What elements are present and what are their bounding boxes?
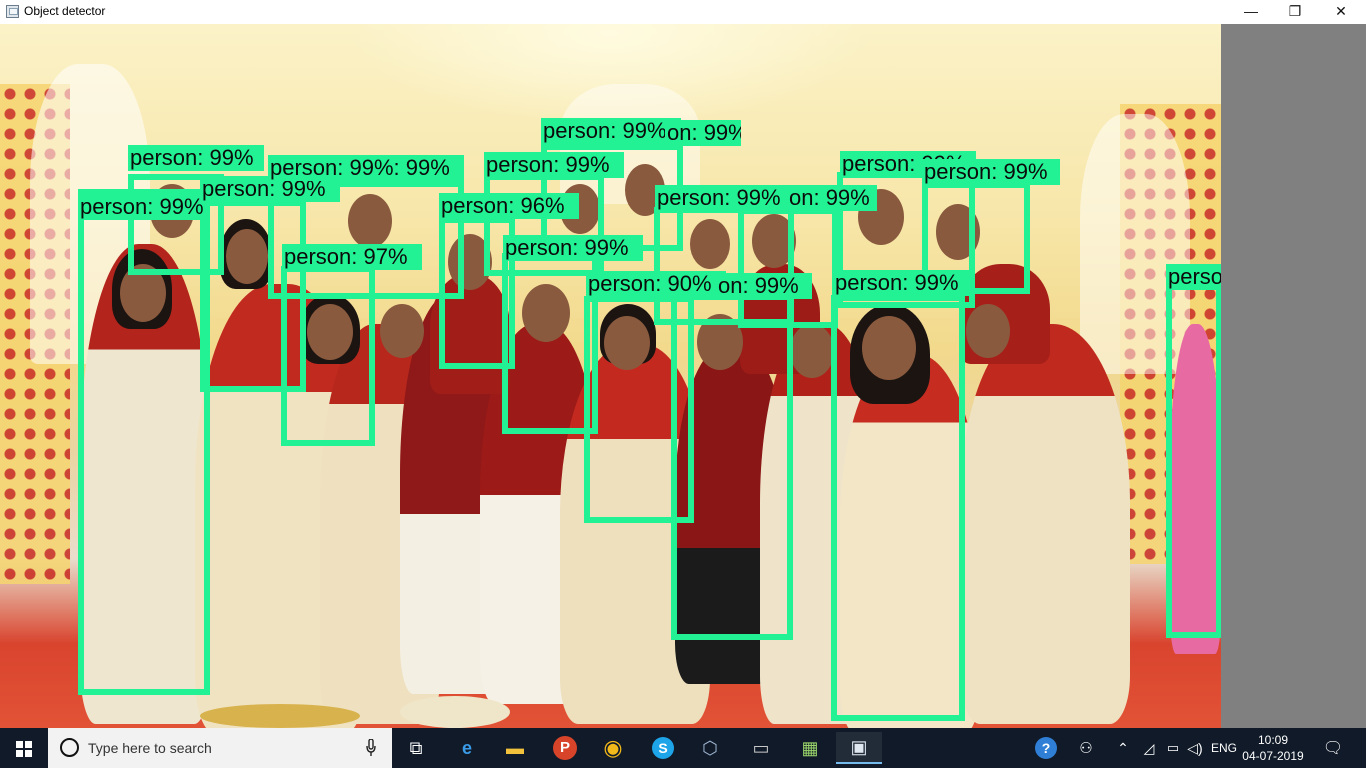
head-shape: [380, 304, 424, 358]
head-shape: [966, 304, 1010, 358]
help-icon[interactable]: ?: [1032, 728, 1060, 768]
detection-label: person: 99%: [655, 185, 795, 211]
windows-logo-icon: [16, 741, 23, 748]
detection-label: person: 99%: [78, 194, 210, 220]
detection-label: person: 99%: [1166, 264, 1221, 290]
microphone-icon[interactable]: [366, 739, 376, 757]
detection-label: person: 99%: [128, 145, 264, 171]
close-button[interactable]: ✕: [1318, 0, 1364, 24]
detection-label: person: 99%: [541, 118, 681, 144]
window-client-area: person: 99% person: 99% person: 99% pers…: [0, 24, 1366, 728]
skype-icon[interactable]: S: [643, 732, 683, 764]
detection-label: person: 90%: [586, 271, 726, 297]
search-placeholder: Type here to search: [88, 740, 212, 756]
object-detector-task-icon[interactable]: ▣: [836, 732, 882, 764]
cortana-icon: [60, 738, 79, 757]
detection-label: person: 96%: [439, 193, 579, 219]
detection-label: on: 99%: [665, 120, 741, 146]
head-shape: [790, 324, 834, 378]
clock-time: 10:09: [1257, 733, 1289, 747]
detection-label: person: 99%: [503, 235, 643, 261]
maximize-button[interactable]: ❐: [1272, 0, 1318, 24]
clock-date: 04-07-2019: [1242, 749, 1304, 763]
taskbar: Type here to search ⧉ e ▬ P ◉ S ⬡ ▭ ▦ ▣ …: [0, 728, 1366, 768]
detection-label: person: 97%: [282, 244, 422, 270]
people-icon[interactable]: ⚇: [1074, 728, 1098, 768]
task-view-icon[interactable]: ⧉: [396, 732, 436, 764]
detection-image: person: 99% person: 99% person: 99% pers…: [0, 24, 1221, 728]
detection-label: person: 99%: 99%: [268, 155, 464, 181]
edge-icon[interactable]: e: [447, 732, 487, 764]
detection-box: [738, 208, 838, 328]
file-explorer-icon[interactable]: ▬: [495, 732, 535, 764]
white-plate: [400, 696, 510, 728]
detection-label: on: 99%: [716, 273, 812, 299]
detection-box: [671, 294, 793, 640]
clock[interactable]: 10:09 04-07-2019: [1238, 732, 1308, 764]
virtualbox-icon[interactable]: ⬡: [690, 732, 730, 764]
skype-badge: S: [652, 737, 674, 759]
notifications-icon[interactable]: 🗨: [1318, 728, 1348, 768]
detection-box: [831, 295, 965, 721]
chevron-up-icon[interactable]: ⌃: [1112, 728, 1134, 768]
p-app-icon[interactable]: P: [545, 732, 585, 764]
app-window-icon: [6, 5, 19, 18]
person-shape: [960, 324, 1130, 724]
start-button[interactable]: [0, 728, 48, 768]
taskbar-search-box[interactable]: Type here to search: [48, 728, 392, 768]
detection-label: person: 99%: [922, 159, 1060, 185]
chart-app-icon[interactable]: ▦: [790, 732, 830, 764]
detection-box: [1166, 282, 1221, 638]
detection-box: [281, 266, 375, 446]
chrome-icon[interactable]: ◉: [593, 732, 633, 764]
minimize-button[interactable]: —: [1228, 0, 1274, 24]
detection-label: person: 99%: [833, 270, 973, 296]
p-app-badge: P: [553, 736, 577, 760]
battery-icon[interactable]: ▭: [1162, 728, 1184, 768]
language-indicator[interactable]: ENG: [1208, 728, 1240, 768]
detection-label: on: 99%: [787, 185, 877, 211]
network-icon[interactable]: ◿: [1138, 728, 1160, 768]
window-title-bar: Object detector — ❐ ✕: [0, 0, 1366, 24]
detection-label: person: 99%: [484, 152, 624, 178]
brass-plate: [200, 704, 360, 728]
window-title: Object detector: [24, 4, 106, 18]
terminal-icon[interactable]: ▭: [741, 732, 781, 764]
volume-icon[interactable]: ◁): [1184, 728, 1206, 768]
